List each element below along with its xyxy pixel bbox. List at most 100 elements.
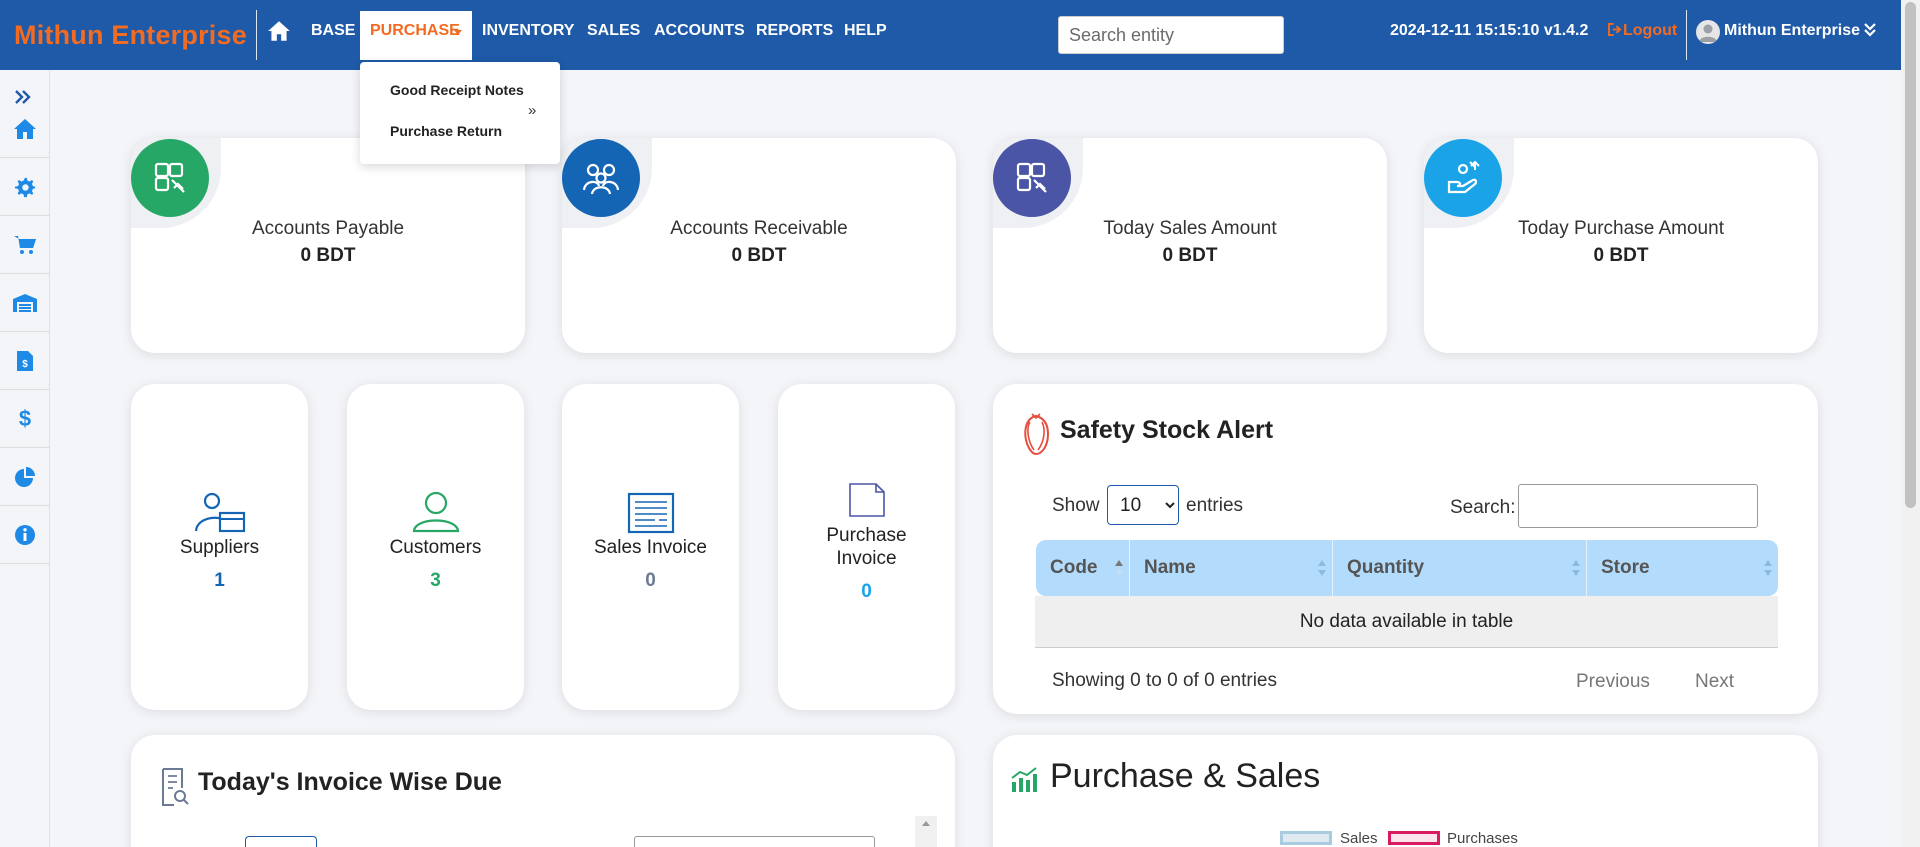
previous-page-button[interactable]: Previous	[1576, 671, 1650, 693]
nav-purchase-label: PURCHASE	[370, 22, 460, 39]
nav-help[interactable]: HELP	[844, 22, 887, 40]
nav-base[interactable]: BASE	[311, 22, 355, 40]
column-header-code[interactable]: Code	[1036, 540, 1130, 596]
page-length-select[interactable]	[245, 836, 317, 847]
supplier-icon	[131, 491, 308, 533]
table-search-input[interactable]	[634, 836, 875, 847]
gear-icon	[14, 177, 36, 197]
column-header-quantity[interactable]: Quantity	[1333, 540, 1587, 596]
legend-swatch-purchases[interactable]	[1388, 831, 1440, 845]
count-value: 0	[861, 581, 872, 602]
bar-chart-icon	[1010, 766, 1038, 799]
brand-logo[interactable]: Mithun Enterprise	[14, 20, 247, 51]
sidebar-item-reports[interactable]	[0, 448, 50, 506]
count-value: 3	[430, 570, 441, 591]
nav-accounts[interactable]: ACCOUNTS	[654, 22, 745, 40]
user-icon	[347, 491, 524, 533]
svg-text:$: $	[22, 359, 28, 370]
sidebar-item-info[interactable]	[0, 506, 50, 564]
count-card-purchase-invoice[interactable]: Purchase Invoice 0	[778, 384, 955, 710]
nav-inventory[interactable]: INVENTORY	[482, 22, 574, 40]
caret-down-icon	[454, 30, 462, 35]
sort-asc-icon	[1115, 560, 1123, 576]
double-chevron-down-icon[interactable]	[1862, 20, 1878, 40]
svg-text:$: $	[19, 407, 31, 431]
scroll-up-icon[interactable]	[915, 816, 937, 830]
sort-icon	[1572, 560, 1580, 576]
warehouse-icon	[13, 293, 37, 312]
document-icon	[778, 482, 955, 518]
datetime-version: 2024-12-11 15:15:10 v1.4.2	[1390, 22, 1589, 39]
receipt-search-icon	[160, 766, 190, 813]
stat-value: 0 BDT	[1162, 245, 1218, 266]
count-value: 0	[645, 570, 656, 591]
navbar-divider	[256, 10, 257, 60]
nav-purchase[interactable]: PURCHASE	[360, 11, 472, 60]
panel-title: Purchase & Sales	[1050, 757, 1321, 795]
search-label: Search:	[1450, 497, 1516, 518]
legend-label[interactable]: Purchases	[1447, 830, 1518, 847]
sidebar-item-warehouse[interactable]	[0, 274, 50, 332]
stat-title: Today Purchase Amount	[1518, 218, 1724, 239]
sidebar-item-invoice[interactable]: $	[0, 332, 50, 390]
column-header-store[interactable]: Store	[1587, 540, 1778, 596]
table-empty-row: No data available in table	[1035, 596, 1778, 648]
table-search-input[interactable]	[1518, 484, 1758, 528]
legend-swatch-sales[interactable]	[1280, 831, 1332, 845]
stat-title: Today Sales Amount	[1103, 218, 1277, 239]
pie-chart-icon	[15, 466, 35, 487]
stat-value: 0 BDT	[731, 245, 787, 266]
info-icon	[15, 524, 35, 545]
column-header-name[interactable]: Name	[1130, 540, 1333, 596]
cart-icon	[14, 235, 36, 254]
stat-value: 0 BDT	[300, 245, 356, 266]
count-card-sales-invoice[interactable]: Sales Invoice 0	[562, 384, 739, 710]
search-entity-input[interactable]	[1058, 16, 1284, 54]
count-title: Customers	[389, 537, 482, 558]
navbar-divider	[1686, 10, 1687, 60]
nav-reports[interactable]: REPORTS	[756, 22, 833, 40]
invoice-icon: $	[17, 350, 33, 371]
legend-label[interactable]: Sales	[1340, 830, 1378, 847]
user-name[interactable]: Mithun Enterprise	[1724, 22, 1860, 40]
count-title: Purchase Invoice	[826, 525, 907, 569]
page-length-select[interactable]: 10	[1107, 485, 1179, 525]
count-card-customers[interactable]: Customers 3	[347, 384, 524, 710]
people-icon	[562, 139, 640, 217]
menu-item-good-receipt-notes[interactable]: Good Receipt Notes	[390, 82, 524, 98]
puzzle-hand-icon	[993, 139, 1071, 217]
count-value: 1	[214, 570, 225, 591]
home-icon[interactable]	[266, 18, 292, 44]
dollar-icon: $	[19, 407, 31, 431]
panel-scrollbar[interactable]	[915, 816, 937, 847]
avatar[interactable]	[1696, 20, 1720, 44]
logout-link[interactable]: Logout	[1608, 22, 1677, 40]
sidebar: $ $	[0, 70, 50, 847]
top-navbar: Mithun Enterprise BASE PURCHASE INVENTOR…	[0, 0, 1901, 70]
page-scrollbar[interactable]	[1901, 0, 1920, 847]
nav-sales[interactable]: SALES	[587, 22, 640, 40]
puzzle-hand-icon	[131, 139, 209, 217]
sidebar-item-cart[interactable]	[0, 216, 50, 274]
home-icon	[14, 118, 36, 139]
count-title: Suppliers	[179, 537, 260, 558]
next-page-button[interactable]: Next	[1695, 671, 1734, 693]
logout-label: Logout	[1623, 22, 1678, 39]
menu-item-purchase-return[interactable]: Purchase Return	[390, 123, 502, 139]
sidebar-item-settings[interactable]	[0, 158, 50, 216]
stat-title: Accounts Payable	[251, 218, 405, 239]
sidebar-item-accounts[interactable]: $	[0, 390, 50, 448]
count-title: Sales Invoice	[593, 537, 707, 558]
alarm-icon	[1020, 412, 1052, 461]
purchase-dropdown-menu: Good Receipt Notes » Purchase Return	[360, 62, 560, 164]
scrollbar-thumb[interactable]	[1905, 2, 1916, 508]
hand-coins-icon	[1424, 139, 1502, 217]
table-header: Code Name Quantity Store	[1036, 540, 1778, 596]
show-label: Show	[1052, 495, 1100, 516]
panel-title: Safety Stock Alert	[1060, 416, 1274, 444]
count-card-suppliers[interactable]: Suppliers 1	[131, 384, 308, 710]
sidebar-item-home[interactable]	[0, 100, 50, 158]
panel-title: Today's Invoice Wise Due	[198, 768, 502, 796]
entries-label: entries	[1186, 495, 1244, 516]
stat-value: 0 BDT	[1593, 245, 1649, 266]
